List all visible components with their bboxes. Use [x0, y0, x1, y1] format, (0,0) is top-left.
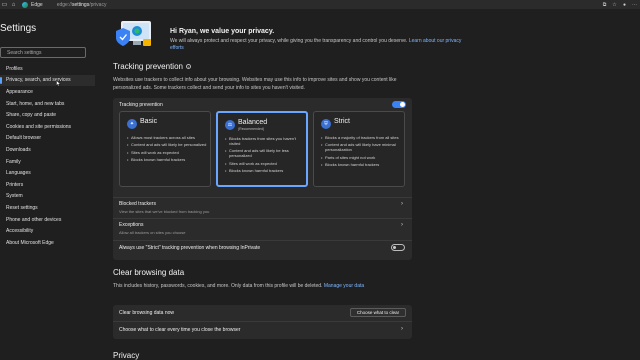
list-item: Blocks a majority of trackers from all s… [321, 135, 403, 140]
option-title: Balanced [238, 119, 268, 126]
strict-inprivate-label: Always use "Strict" tracking prevention … [119, 245, 261, 251]
sidebar-item-downloads[interactable]: Downloads [0, 144, 95, 156]
more-icon[interactable]: ⋯ [631, 1, 638, 8]
clear-now-label: Clear browsing data now [119, 310, 175, 316]
sidebar-nav: Profiles Privacy, search, and services A… [0, 63, 95, 249]
clear-browsing-card: Clear browsing data now Choose what to c… [113, 305, 412, 339]
tracking-prevention-toggle[interactable] [392, 101, 406, 108]
app-name: Edge [31, 1, 43, 8]
favorites-icon[interactable]: ☆ [611, 1, 618, 8]
settings-title: Settings [0, 23, 37, 34]
search-placeholder: Search settings [7, 49, 42, 56]
chevron-right-icon[interactable]: › [401, 222, 403, 228]
privacy-banner: Hi Ryan, we value your privacy. We will … [113, 9, 533, 59]
list-item: Sites will work as expected [127, 150, 209, 155]
sidebar-item-about[interactable]: About Microsoft Edge [0, 237, 95, 249]
search-settings-input[interactable]: Search settings [0, 47, 86, 58]
clear-browsing-title: Clear browsing data [113, 268, 185, 277]
sidebar-item-cookies[interactable]: Cookies and site permissions [0, 121, 95, 133]
list-item: Blocks known harmful trackers [127, 157, 209, 162]
list-item: Blocks known harmful trackers [321, 162, 403, 167]
list-item: Sites will work as expected [225, 161, 307, 166]
sidebar-item-family[interactable]: Family [0, 156, 95, 168]
sidebar-item-languages[interactable]: Languages [0, 167, 95, 179]
tracking-prevention-title: Tracking prevention i [113, 62, 191, 71]
info-icon[interactable]: i [185, 64, 191, 70]
clear-description: This includes history, passwords, cookie… [113, 283, 413, 291]
tracking-toggle-label: Tracking prevention [119, 102, 163, 108]
chevron-right-icon[interactable]: › [401, 326, 403, 332]
address-bar[interactable]: edge://settings/privacy [57, 2, 107, 8]
list-item: Content and ads will likely be personali… [127, 142, 209, 147]
sidebar-item-default-browser[interactable]: Default browser [0, 133, 95, 145]
sidebar-item-accessibility[interactable]: Accessibility [0, 225, 95, 237]
sidebar-item-privacy[interactable]: Privacy, search, and services [0, 74, 95, 87]
blocked-trackers-label[interactable]: Blocked trackers [119, 201, 156, 207]
list-item: Content and ads will likely be less pers… [225, 148, 307, 158]
url-host: settings [71, 1, 90, 8]
sidebar-item-reset[interactable]: Reset settings [0, 202, 95, 214]
list-item: Parts of sites might not work [321, 155, 403, 160]
clear-every-time-label[interactable]: Choose what to clear every time you clos… [119, 327, 240, 333]
option-bullets: Blocks trackers from sites you haven't v… [225, 136, 307, 176]
option-title: Strict [334, 118, 350, 125]
sidebar-item-phone[interactable]: Phone and other devices [0, 214, 95, 226]
strict-level-icon: ⛨ [321, 119, 331, 129]
edge-logo-icon [22, 1, 28, 8]
home-icon[interactable]: ⌂ [9, 1, 18, 8]
tracking-option-balanced[interactable]: ⚖ Balanced (Recommended) Blocks trackers… [216, 111, 308, 187]
clear-description-text: This includes history, passwords, cookie… [113, 283, 323, 289]
sidebar-item-share-copy[interactable]: Share, copy and paste [0, 109, 95, 121]
tracking-option-basic[interactable]: ✦ Basic Allows most trackers across all … [119, 111, 211, 187]
profile-icon[interactable]: ● [621, 1, 628, 8]
option-title: Basic [140, 118, 158, 125]
tracking-option-strict[interactable]: ⛨ Strict Blocks a majority of trackers f… [313, 111, 405, 187]
sidebar-item-printers[interactable]: Printers [0, 179, 95, 191]
privacy-title: Privacy [113, 351, 140, 360]
url-prefix: edge:// [56, 1, 72, 8]
manage-data-link[interactable]: Manage your data [324, 283, 364, 289]
option-bullets: Blocks a majority of trackers from all s… [321, 135, 403, 170]
divider [113, 240, 412, 241]
option-bullets: Allows most trackers across all sites Co… [127, 135, 209, 165]
url-path: /privacy [89, 1, 107, 8]
mouse-cursor-icon [56, 80, 61, 87]
tracking-description: Websites use trackers to collect info ab… [113, 77, 397, 91]
sidebar-item-start-home[interactable]: Start, home, and new tabs [0, 98, 95, 110]
divider [113, 321, 412, 322]
balanced-level-icon: ⚖ [225, 120, 235, 130]
tracking-prevention-card: Tracking prevention ✦ Basic Allows most … [113, 98, 412, 260]
blocked-trackers-sub: View the sites that we've blocked from t… [119, 209, 210, 214]
divider [113, 218, 412, 219]
title-bar: ▭ ⌂ Edge edge://settings/privacy ⧉ ☆ ● ⋯ [0, 0, 640, 9]
list-item: Blocks known harmful trackers [225, 168, 307, 173]
exceptions-sub: Allow all trackers on sites you choose [119, 230, 186, 235]
chevron-right-icon[interactable]: › [401, 201, 403, 207]
privacy-illustration-icon [116, 21, 151, 46]
exceptions-label[interactable]: Exceptions [119, 222, 143, 228]
tab-actions-icon[interactable]: ▭ [0, 1, 9, 8]
sidebar-item-profiles[interactable]: Profiles [0, 63, 95, 75]
tracking-title-text: Tracking prevention [113, 62, 183, 71]
settings-sidebar: Settings Search settings Profiles Privac… [0, 9, 95, 360]
banner-heading: Hi Ryan, we value your privacy. [170, 28, 275, 35]
extensions-icon[interactable]: ⧉ [601, 1, 608, 8]
banner-body-text: We will always protect and respect your … [170, 38, 408, 44]
option-subtitle: (Recommended) [238, 127, 265, 131]
list-item: Content and ads will likely have minimal… [321, 142, 403, 152]
sidebar-item-system[interactable]: System [0, 191, 95, 203]
list-item: Blocks trackers from sites you haven't v… [225, 136, 307, 146]
divider [113, 197, 412, 198]
list-item: Allows most trackers across all sites [127, 135, 209, 140]
sidebar-item-appearance[interactable]: Appearance [0, 86, 95, 98]
choose-what-to-clear-button[interactable]: Choose what to clear [350, 308, 406, 317]
strict-inprivate-toggle[interactable] [391, 244, 405, 251]
basic-level-icon: ✦ [127, 119, 137, 129]
banner-body: We will always protect and respect your … [170, 38, 470, 52]
